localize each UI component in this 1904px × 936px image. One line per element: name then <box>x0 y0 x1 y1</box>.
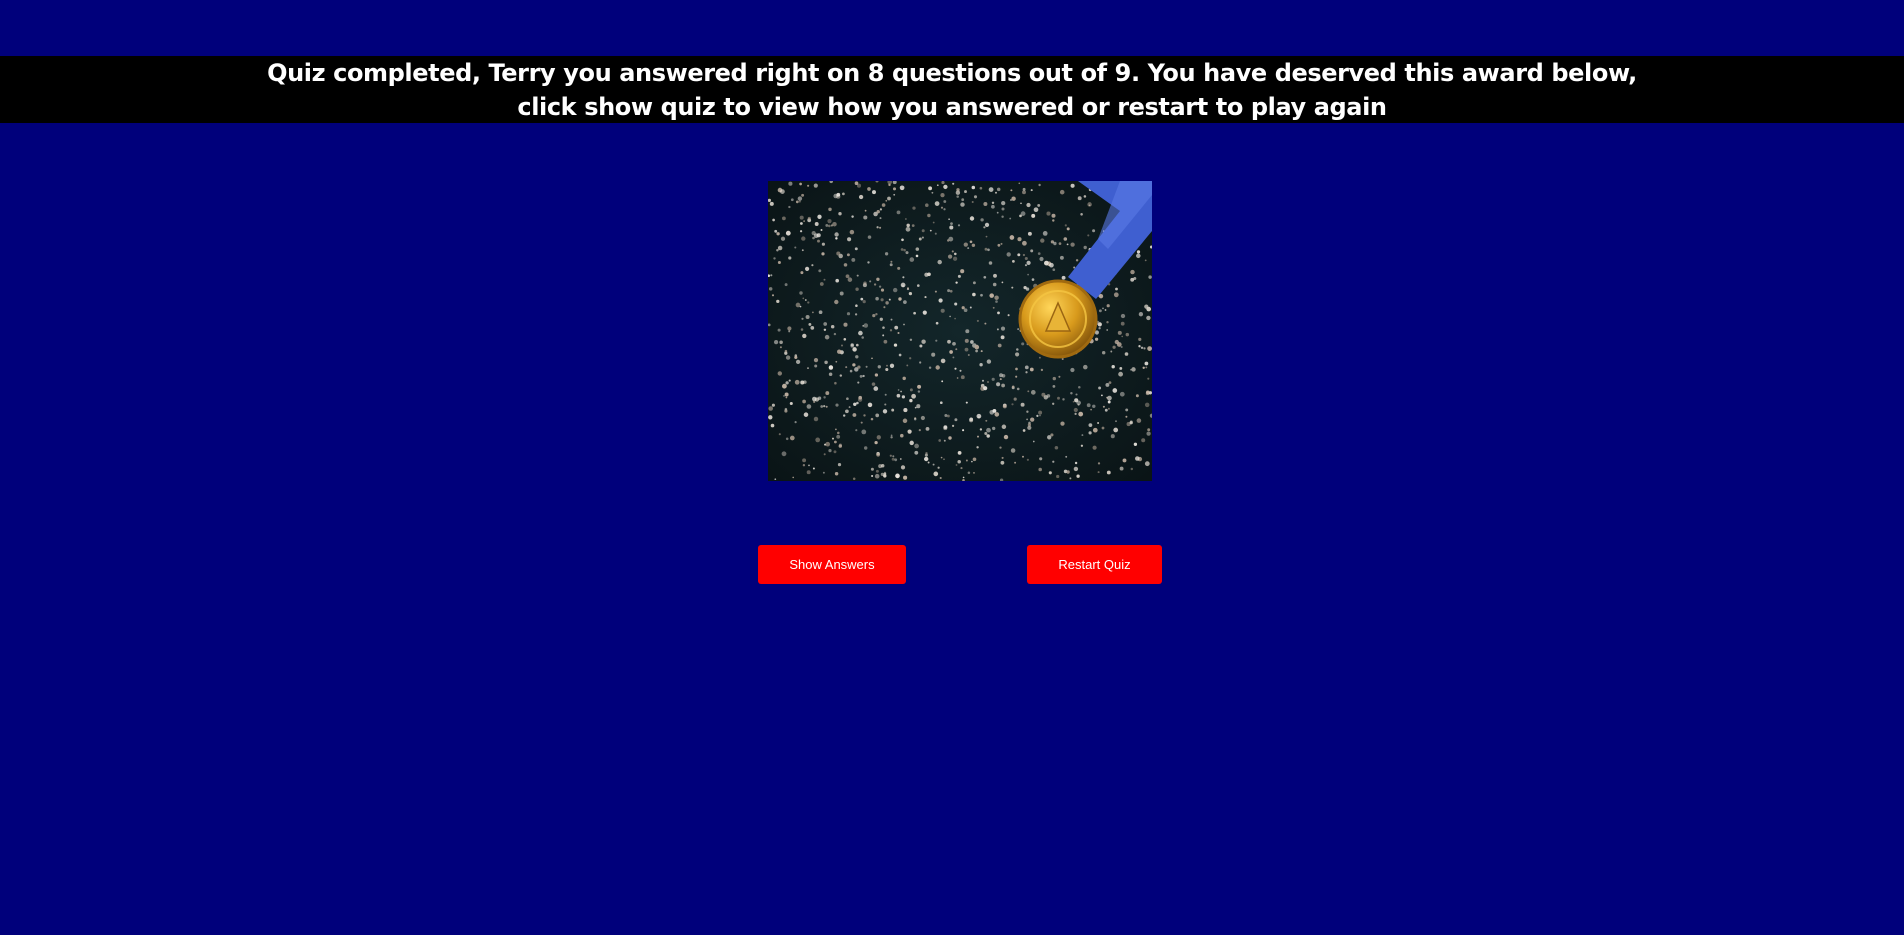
award-medal-illustration <box>768 181 1152 481</box>
result-message-line-2: click show quiz to view how you answered… <box>517 93 1387 121</box>
show-answers-button[interactable]: Show Answers <box>758 545 906 584</box>
result-banner: Quiz completed, Terry you answered right… <box>0 56 1904 123</box>
restart-quiz-button[interactable]: Restart Quiz <box>1027 545 1162 584</box>
quiz-result-page: Quiz completed, Terry you answered right… <box>0 0 1904 935</box>
award-image <box>768 181 1152 481</box>
result-message-line-1: Quiz completed, Terry you answered right… <box>267 59 1637 87</box>
